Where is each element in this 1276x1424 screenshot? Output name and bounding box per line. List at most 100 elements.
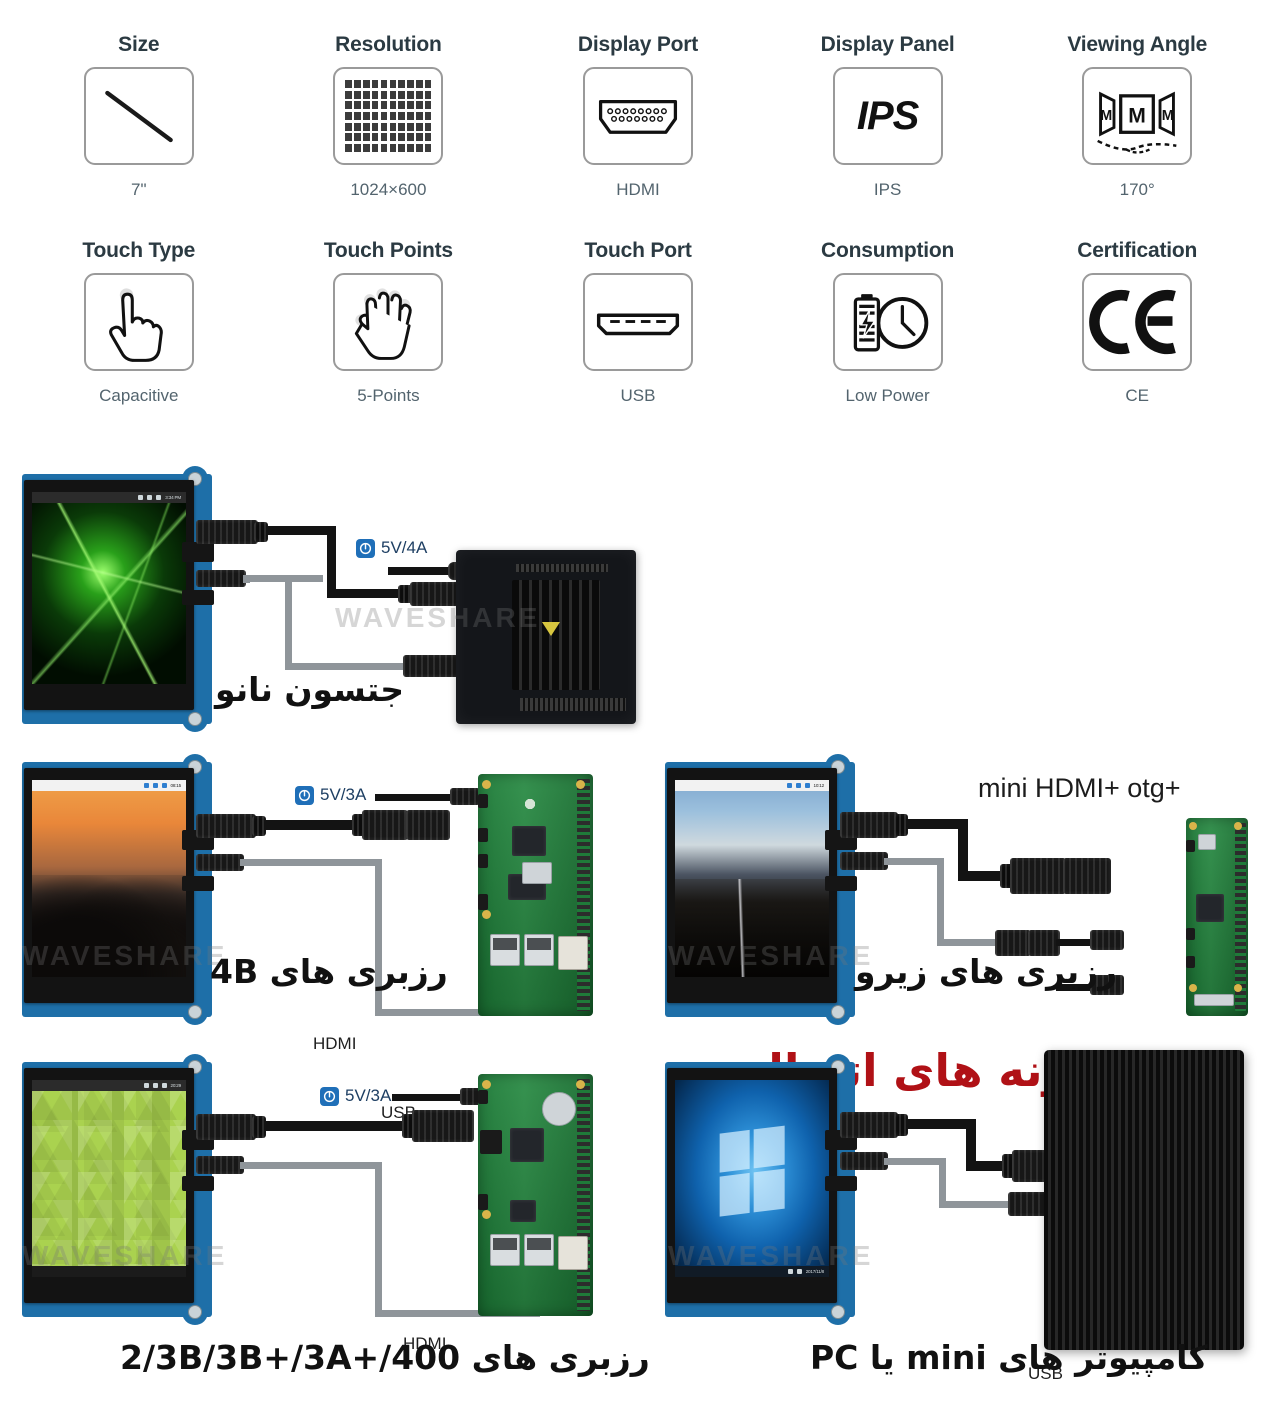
- lcd-module-pc: 2017/11/8: [665, 1054, 857, 1325]
- spec-icon-box: [333, 273, 444, 371]
- taskbar-icon: [143, 783, 149, 788]
- taskbar-icon: [152, 1083, 158, 1088]
- hdmi-plug-adapter-a: [362, 810, 408, 840]
- mount-hole: [1189, 984, 1197, 992]
- caption-pi-3b: رزبری های 2/3B/3B+/3A+/400: [120, 1338, 650, 1377]
- spec-cell-size: Size 7": [14, 34, 264, 240]
- usb-wire-v: [285, 575, 292, 670]
- screen-clock: 10:12: [813, 783, 825, 788]
- taskbar-icon: [804, 783, 810, 788]
- jetson-nano-board: [456, 550, 636, 724]
- taskbar-icon: [786, 783, 792, 788]
- hdmi-plug-display-side: [840, 812, 898, 838]
- spec-cell-touch-type: Touch Type Capacitive: [14, 240, 264, 446]
- power-rating: 5V/3A: [345, 1086, 392, 1105]
- wallpaper-green-plexus: [32, 492, 186, 684]
- spec-cell-display-panel: Display Panel IPS IPS: [763, 34, 1013, 240]
- micro-usb-plug-data: [1090, 930, 1124, 950]
- spec-value: 170°: [1119, 180, 1155, 199]
- usb-port-pair-b: [524, 934, 554, 966]
- power-rating: 5V/4A: [381, 538, 428, 557]
- spec-cell-touch-port: Touch Port USB: [513, 240, 763, 446]
- gpio-header: [520, 698, 626, 711]
- lcd-module-jetson: 3:34 PM: [22, 466, 214, 732]
- micro-usb-power-port: [478, 1090, 488, 1104]
- screen-diagonal-icon: [104, 90, 173, 143]
- hdmi-label: HDMI: [313, 1034, 357, 1053]
- taskbar-icon: [161, 783, 167, 788]
- soc-chip: [1196, 894, 1224, 922]
- hdmi-plug-adapter-b: [406, 810, 450, 840]
- lcd-bezel: 10:12: [667, 768, 857, 1003]
- power-symbol: [298, 789, 311, 801]
- screen-taskbar: 2017/11/8: [675, 1266, 829, 1277]
- gpio-header: [1235, 823, 1246, 1011]
- ethernet-port: [558, 936, 588, 970]
- screen-clock: 2017/11/8: [805, 1269, 825, 1274]
- lcd-screen: 20:29: [32, 1080, 186, 1277]
- hdmi-plug-display-side: [840, 1112, 898, 1138]
- raspberry-pi-zero-board: [1186, 818, 1248, 1016]
- wallpaper-sunset-temple: [32, 780, 186, 977]
- raspberry-pi-4b-board: [478, 774, 593, 1016]
- five-finger-hand-icon: [355, 288, 413, 360]
- usb-wire-h1: [240, 859, 382, 866]
- taskbar-icon: [143, 1083, 149, 1088]
- connection-examples-section: نمونه های اتصال 3:34 PM HDMI USB 5V/4A W…: [0, 462, 1276, 1424]
- spec-icon-box: [83, 273, 194, 371]
- lcd-screen: 10:12: [675, 780, 829, 977]
- screen-clock: 3:34 PM: [165, 495, 181, 500]
- screen-clock: 08:15: [170, 783, 182, 788]
- power-symbol: [359, 542, 372, 554]
- usb-plug-display-side: [196, 570, 246, 587]
- taskbar-icon: [787, 1269, 793, 1274]
- lcd-screen: 3:34 PM: [32, 492, 186, 684]
- wifi-shield: [522, 862, 552, 884]
- hdmi-port-icon: [598, 99, 678, 134]
- spec-icon-box: [582, 67, 693, 165]
- lcd-bezel: 2017/11/8: [667, 1068, 857, 1303]
- taskbar-icon: [795, 783, 801, 788]
- spec-title: Touch Points: [323, 239, 453, 262]
- power-badge-pi3b: 5V/3A: [320, 1086, 391, 1106]
- spec-icon-box: [83, 67, 194, 165]
- hdmi-plug-display-side: [196, 520, 258, 544]
- usb-c-port: [478, 794, 488, 808]
- spec-title: Consumption: [821, 239, 955, 262]
- wallpaper-desert-road: [675, 780, 829, 977]
- lcd-bezel: 3:34 PM: [24, 480, 214, 710]
- spec-title: Size: [118, 33, 160, 56]
- specification-grid: Size 7" Resolution 1024×600 Display Port: [0, 0, 1276, 462]
- spec-icon-box: M M M: [1082, 67, 1193, 165]
- spec-value: Low Power: [845, 386, 930, 405]
- spec-title: Display Port: [577, 33, 699, 56]
- mount-hole: [576, 780, 585, 789]
- lcd-module-pi3b: 20:29: [22, 1054, 214, 1325]
- hdmi-coupler-a: [1010, 858, 1066, 894]
- screen-taskbar: 10:12: [675, 780, 829, 791]
- spec-value: Capacitive: [99, 386, 179, 405]
- audio-jack: [478, 1194, 488, 1210]
- nvidia-marker: [542, 622, 560, 636]
- windows-pane: [719, 1129, 750, 1173]
- usb-wire-v: [375, 1162, 382, 1317]
- power-symbol: [323, 1090, 336, 1102]
- usb-controller-chip: [510, 1200, 536, 1222]
- power-badge-jetson: 5V/4A: [356, 538, 427, 558]
- spec-cell-viewing-angle: Viewing Angle M M M 170°: [1012, 34, 1262, 240]
- power-icon: [356, 538, 375, 558]
- audio-jack: [478, 894, 488, 910]
- caption-mini-pc: کامپیوتر های mini یا PC: [810, 1338, 1208, 1377]
- lcd-bezel: 08:15: [24, 768, 214, 1003]
- pi-zero-adapter-note: mini HDMI+ otg+: [978, 773, 1181, 803]
- usb-socket: [825, 1176, 857, 1191]
- wifi-antenna-shield: [542, 1092, 576, 1126]
- mount-hole: [1189, 822, 1197, 830]
- usb-port-stack: [456, 580, 484, 610]
- spec-value: 1024×600: [350, 180, 427, 199]
- power-rating: 5V/3A: [320, 785, 367, 804]
- usb-plug-display-side: [196, 1156, 244, 1174]
- usb-wire-h2: [939, 1201, 1017, 1208]
- spec-cell-resolution: Resolution 1024×600: [264, 34, 514, 240]
- screen-taskbar: 08:15: [32, 780, 186, 791]
